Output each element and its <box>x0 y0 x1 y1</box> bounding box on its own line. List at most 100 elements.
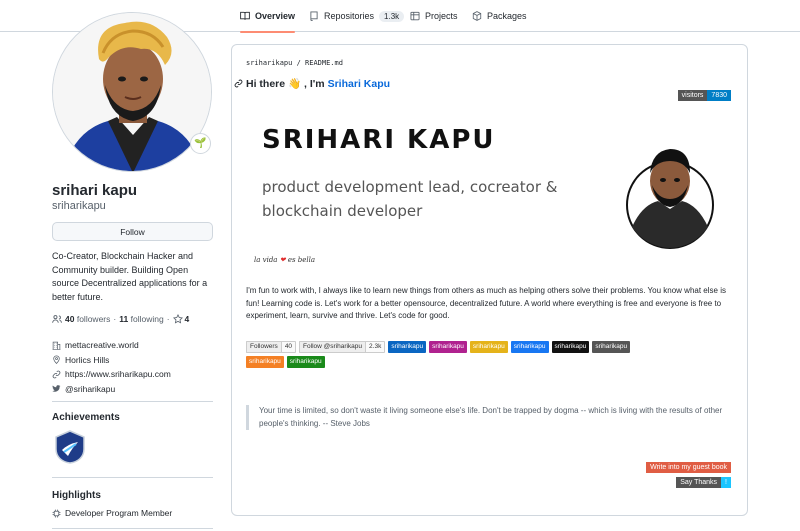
followers-count: 40 <box>65 314 75 324</box>
social-badge[interactable]: sriharikapu <box>592 341 631 353</box>
twitter-icon <box>52 385 61 392</box>
social-badge[interactable]: sriharikapu <box>388 341 427 353</box>
badge-label: sriharikapu <box>469 341 508 353</box>
divider <box>52 401 213 402</box>
organization-icon <box>52 341 61 350</box>
avatar[interactable] <box>52 12 212 172</box>
profile-stats: 40 followers · 11 following · 4 <box>52 314 189 324</box>
visitors-badge: visitors 7830 <box>677 90 731 101</box>
dot-separator: · <box>113 314 117 324</box>
arctic-vault-badge-icon <box>55 430 85 464</box>
social-badge[interactable]: sriharikapu <box>551 341 590 353</box>
badge-label: Followers <box>246 341 281 353</box>
signature: la vida ❤ es bella <box>254 256 315 264</box>
follow-button[interactable]: Follow <box>52 222 213 241</box>
company-row: mettacreative.world <box>52 338 171 353</box>
website-link[interactable]: https://www.sriharikapu.com <box>65 369 171 379</box>
badge-row: sriharikapu sriharikapu <box>246 356 741 368</box>
badge-label: sriharikapu <box>246 356 284 368</box>
tab-projects[interactable]: Projects <box>410 0 458 32</box>
tab-label: Projects <box>425 11 458 21</box>
signature-text: la vida <box>254 256 278 264</box>
people-icon <box>52 315 62 323</box>
guestbook-label: Write into my guest book <box>646 462 731 473</box>
signature-text: es bella <box>287 256 316 264</box>
path-separator: / <box>292 59 306 67</box>
banner-tagline: product development lead, cocreator & bl… <box>262 175 557 223</box>
say-thanks-label: Say Thanks <box>676 477 722 488</box>
badge-label: sriharikapu <box>286 356 325 368</box>
achievement-badge[interactable] <box>54 430 86 464</box>
readme-owner-link[interactable]: sriharikapu <box>246 59 292 67</box>
badge-label: sriharikapu <box>551 341 590 353</box>
tab-packages[interactable]: Packages <box>472 0 527 32</box>
seedling-icon[interactable]: 🌱 <box>190 133 211 154</box>
badge-label: sriharikapu <box>429 341 467 353</box>
location-text: Horlics Hills <box>65 354 110 365</box>
heart-icon: ❤ <box>279 256 286 264</box>
profile-full-name: srihari kapu <box>52 182 138 199</box>
guestbook-badge[interactable]: Write into my guest book <box>646 462 731 473</box>
banner-name: SRIHARI KAPU <box>262 125 496 155</box>
say-thanks-badge[interactable]: Say Thanks ! <box>676 477 731 488</box>
readme-heading: Hi there 👋 , I'm Srihari Kapu <box>234 77 390 90</box>
visitors-label: visitors <box>677 90 708 101</box>
banner-portrait <box>626 149 714 249</box>
repo-count-badge: 1.3k <box>379 10 405 22</box>
social-badge[interactable]: Follow @sriharikapu 2.3k <box>299 341 386 353</box>
badge-count: 2.3k <box>365 341 386 353</box>
avatar-illustration <box>53 13 211 171</box>
social-badges: Followers 40 Follow @sriharikapu 2.3k srihar… <box>246 341 741 371</box>
social-badge[interactable]: Followers 40 <box>246 341 297 353</box>
highlight-text: Developer Program Member <box>65 508 173 518</box>
social-badge[interactable]: sriharikapu <box>286 356 325 368</box>
social-badge[interactable]: sriharikapu <box>246 356 284 368</box>
badge-row: Followers 40 Follow @sriharikapu 2.3k srihar… <box>246 341 741 353</box>
banner-tagline-line: product development lead, cocreator & <box>262 178 558 196</box>
readme-box: sriharikapu / README.md Hi there 👋 , I'm… <box>231 44 748 516</box>
company-text: mettacreative.world <box>65 340 139 351</box>
package-icon <box>472 11 482 21</box>
tab-label: Packages <box>487 11 527 21</box>
visitors-count: 7830 <box>707 90 731 101</box>
profile-username: sriharikapu <box>52 200 106 212</box>
social-badge[interactable]: sriharikapu <box>510 341 549 353</box>
following-link[interactable]: 11 following <box>119 314 163 324</box>
tab-label: Overview <box>255 11 296 21</box>
repo-icon <box>310 11 318 21</box>
table-icon <box>410 11 420 21</box>
readme-quote: Your time is limited, so don't waste it … <box>246 405 738 430</box>
greeting-text: Hi there 👋 , I'm <box>246 78 325 90</box>
readme-intro: I'm fun to work with, I always like to l… <box>246 286 726 320</box>
social-badge[interactable]: sriharikapu <box>429 341 467 353</box>
stars-link[interactable]: 4 <box>172 314 190 324</box>
tab-overview[interactable]: Overview <box>240 0 296 33</box>
badge-label: sriharikapu <box>592 341 631 353</box>
twitter-handle[interactable]: @sriharikapu <box>65 384 115 394</box>
tab-label: Repositories <box>324 11 375 21</box>
banner-tagline-line: blockchain developer <box>262 202 423 220</box>
badge-label: sriharikapu <box>388 341 427 353</box>
cpu-icon <box>52 509 61 517</box>
location-icon <box>53 355 60 365</box>
stars-count: 4 <box>184 314 190 324</box>
twitter-row[interactable]: @sriharikapu <box>52 382 171 397</box>
followers-link[interactable]: 40 followers <box>65 314 110 324</box>
divider <box>52 477 213 478</box>
badge-label: sriharikapu <box>510 341 549 353</box>
profile-bio: Co-Creator, Blockchain Hacker and Commun… <box>52 251 208 302</box>
profile-details: mettacreative.world Horlics Hills https:… <box>52 338 171 396</box>
anchor-link-icon[interactable] <box>234 79 243 88</box>
readme-file-link[interactable]: README.md <box>305 59 343 67</box>
greeting-name-link[interactable]: Srihari Kapu <box>328 78 390 90</box>
tab-repositories[interactable]: Repositories 1.3k <box>309 0 405 32</box>
highlights-title: Highlights <box>52 490 101 501</box>
social-badge[interactable]: sriharikapu <box>469 341 508 353</box>
location-row: Horlics Hills <box>52 353 171 368</box>
readme-banner: SRIHARI KAPU product development lead, c… <box>246 113 734 278</box>
badge-label: Follow @sriharikapu <box>299 341 366 353</box>
badge-count: 40 <box>280 341 297 353</box>
followers-label: followers <box>76 314 111 324</box>
star-icon <box>172 314 183 324</box>
website-row[interactable]: https://www.sriharikapu.com <box>52 367 171 382</box>
